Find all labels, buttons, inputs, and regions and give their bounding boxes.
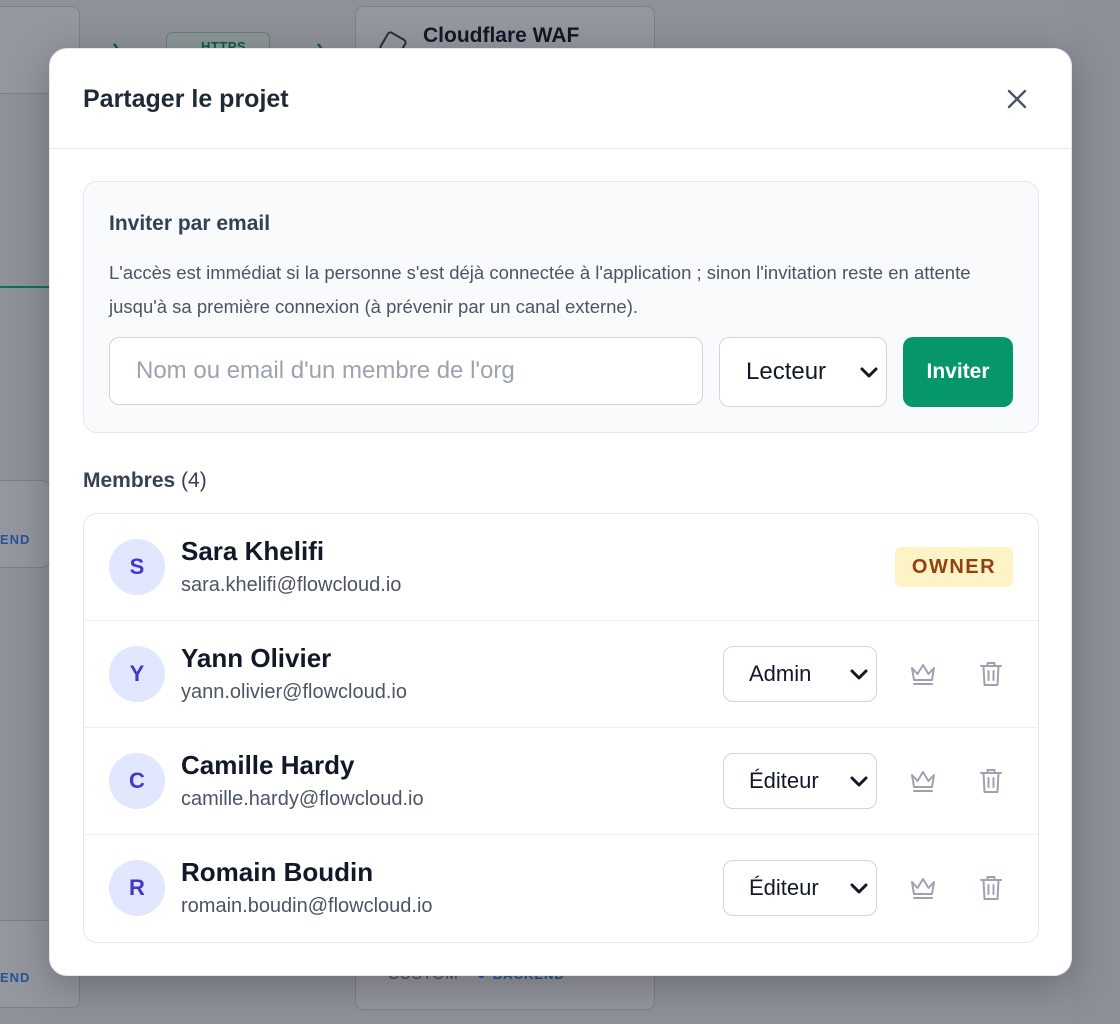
chevron-down-icon [850, 776, 868, 787]
share-project-modal: Partager le projet Inviter par email L'a… [49, 48, 1072, 976]
member-name: Sara Khelifi [181, 536, 325, 566]
members-list: S Sara Khelifi sara.khelifi@flowcloud.io… [83, 513, 1039, 943]
avatar: C [109, 753, 165, 809]
modal-title: Partager le projet [83, 85, 289, 113]
invite-section-title: Inviter par email [109, 212, 271, 235]
member-row: C Camille Hardy camille.hardy@flowcloud.… [84, 728, 1038, 835]
member-email: sara.khelifi@flowcloud.io [181, 574, 402, 596]
transfer-ownership-button[interactable] [908, 659, 938, 689]
crown-icon [911, 771, 935, 792]
remove-member-button[interactable] [976, 766, 1006, 796]
trash-icon [980, 876, 1002, 900]
member-row: S Sara Khelifi sara.khelifi@flowcloud.io… [84, 514, 1038, 621]
transfer-ownership-button[interactable] [908, 766, 938, 796]
modal-header: Partager le projet [50, 49, 1071, 149]
members-count: (4) [181, 469, 207, 492]
owner-badge: OWNER [895, 547, 1013, 587]
remove-member-button[interactable] [976, 659, 1006, 689]
member-name: Yann Olivier [181, 643, 332, 673]
member-row: R Romain Boudin romain.boudin@flowcloud.… [84, 835, 1038, 942]
invite-by-email-section: Inviter par email L'accès est immédiat s… [83, 181, 1039, 433]
member-role-value: Éditeur [749, 875, 819, 900]
crown-icon [911, 878, 935, 899]
avatar: R [109, 860, 165, 916]
close-button[interactable] [1003, 85, 1031, 113]
member-role-select[interactable]: Admin [723, 646, 877, 702]
avatar: S [109, 539, 165, 595]
invite-role-select[interactable]: Lecteur [719, 337, 887, 407]
avatar: Y [109, 646, 165, 702]
trash-icon [980, 662, 1002, 686]
transfer-ownership-button[interactable] [908, 873, 938, 903]
member-role-value: Éditeur [749, 768, 819, 793]
invite-role-value: Lecteur [746, 358, 827, 385]
member-role-select[interactable]: Éditeur [723, 753, 877, 809]
member-name: Camille Hardy [181, 750, 355, 780]
member-row: Y Yann Olivier yann.olivier@flowcloud.io… [84, 621, 1038, 728]
crown-icon [911, 664, 935, 685]
chevron-down-icon [850, 669, 868, 680]
chevron-down-icon [850, 883, 868, 894]
invite-button[interactable]: Inviter [903, 337, 1013, 407]
chevron-down-icon [860, 367, 878, 378]
member-name: Romain Boudin [181, 857, 374, 887]
invite-member-input[interactable] [109, 337, 703, 405]
invite-help-text: L'accès est immédiat si la personne s'es… [109, 262, 971, 317]
member-email: yann.olivier@flowcloud.io [181, 681, 407, 703]
member-role-value: Admin [749, 661, 812, 686]
close-icon [1007, 89, 1027, 109]
members-heading-label: Membres [83, 469, 176, 492]
trash-icon [980, 769, 1002, 793]
member-role-select[interactable]: Éditeur [723, 860, 877, 916]
member-email: romain.boudin@flowcloud.io [181, 895, 433, 917]
member-email: camille.hardy@flowcloud.io [181, 788, 424, 810]
remove-member-button[interactable] [976, 873, 1006, 903]
members-heading: Membres (4) [83, 469, 207, 493]
